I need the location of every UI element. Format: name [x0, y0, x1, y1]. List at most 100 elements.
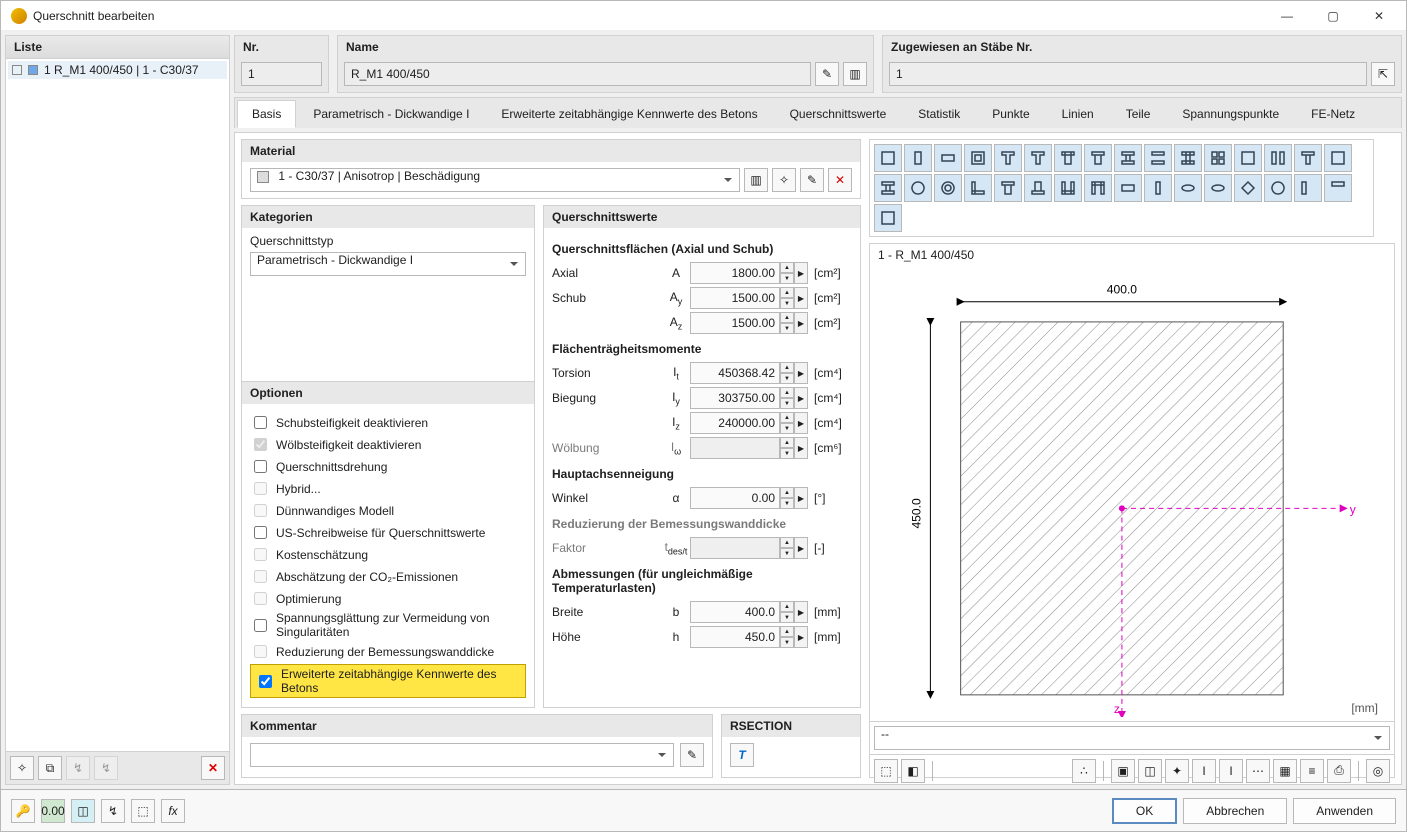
more-icon[interactable]: ▶ [794, 412, 808, 434]
apply-button[interactable]: Anwenden [1293, 798, 1396, 824]
maximize-button[interactable]: ▢ [1310, 1, 1356, 30]
shape-button-22[interactable] [1054, 174, 1082, 202]
shape-button-17[interactable] [904, 174, 932, 202]
row-value[interactable]: 240000.00 [690, 412, 780, 434]
close-button[interactable]: ✕ [1356, 1, 1402, 30]
action2-button[interactable]: ↯ [94, 756, 118, 780]
shape-button-19[interactable] [964, 174, 992, 202]
shape-button-16[interactable] [874, 174, 902, 202]
more-icon[interactable]: ▶ [794, 601, 808, 623]
more-icon[interactable]: ▶ [794, 487, 808, 509]
tab-qswerte[interactable]: Querschnittswerte [775, 100, 902, 128]
tab-linien[interactable]: Linien [1047, 100, 1109, 128]
spinner[interactable]: ▲▼ [780, 601, 794, 623]
spinner[interactable]: ▲▼ [780, 362, 794, 384]
spinner[interactable]: ▲▼ [780, 387, 794, 409]
tab-parametrisch[interactable]: Parametrisch - Dickwandige I [298, 100, 484, 128]
option-schubsteifigkeit-deaktivieren[interactable]: Schubsteifigkeit deaktivieren [250, 413, 526, 432]
tab-basis[interactable]: Basis [237, 100, 296, 128]
shape-button-13[interactable] [1264, 144, 1292, 172]
shape-button-15[interactable] [1324, 144, 1352, 172]
pv-colors-icon[interactable]: ∴ [1072, 759, 1096, 783]
option-us-schreibweise-f-r-querschnit[interactable]: US-Schreibweise für Querschnittswerte [250, 523, 526, 542]
rsection-button[interactable]: T [730, 743, 754, 767]
pv-tool-2[interactable]: ◧ [901, 759, 925, 783]
row-value[interactable]: 450.0 [690, 626, 780, 648]
more-icon[interactable]: ▶ [794, 262, 808, 284]
shape-button-3[interactable] [964, 144, 992, 172]
shape-button-23[interactable] [1084, 174, 1112, 202]
new-button[interactable]: ✧ [10, 756, 34, 780]
delete-button[interactable]: ✕ [201, 756, 225, 780]
row-value[interactable]: 1500.00 [690, 287, 780, 309]
tab-punkte[interactable]: Punkte [977, 100, 1044, 128]
library-icon[interactable]: ▥ [843, 62, 867, 86]
footer-units-icon[interactable]: 0.00 [41, 799, 65, 823]
assigned-field[interactable]: 1 [889, 62, 1367, 86]
footer-help-icon[interactable]: 🔑 [11, 799, 35, 823]
shape-button-26[interactable] [1174, 174, 1202, 202]
material-edit-icon[interactable]: ✎ [800, 168, 824, 192]
tab-teile[interactable]: Teile [1111, 100, 1166, 128]
footer-display-icon[interactable]: ◫ [71, 799, 95, 823]
row-value[interactable]: 0.00 [690, 487, 780, 509]
row-value[interactable]: 400.0 [690, 601, 780, 623]
material-library-icon[interactable]: ▥ [744, 168, 768, 192]
pick-icon[interactable]: ⇱ [1371, 62, 1395, 86]
pv-print-icon[interactable]: ⎙ [1327, 759, 1351, 783]
material-select[interactable]: 1 - C30/37 | Anisotrop | Beschädigung [250, 168, 740, 192]
spinner[interactable]: ▲▼ [780, 287, 794, 309]
tab-zeitabhaengig[interactable]: Erweiterte zeitabhängige Kennwerte des B… [486, 100, 772, 128]
shape-button-0[interactable] [874, 144, 902, 172]
spinner[interactable]: ▲▼ [780, 262, 794, 284]
shape-button-30[interactable] [1294, 174, 1322, 202]
row-value[interactable]: 1800.00 [690, 262, 780, 284]
shape-button-28[interactable] [1234, 174, 1262, 202]
shape-button-31[interactable] [1324, 174, 1352, 202]
shape-button-1[interactable] [904, 144, 932, 172]
shape-button-20[interactable] [994, 174, 1022, 202]
shape-button-27[interactable] [1204, 174, 1232, 202]
tab-spannung[interactable]: Spannungspunkte [1167, 100, 1294, 128]
name-field[interactable]: R_M1 400/450 [344, 62, 811, 86]
pv-target-icon[interactable]: ◎ [1366, 759, 1390, 783]
more-icon[interactable]: ▶ [794, 287, 808, 309]
tab-fenetz[interactable]: FE-Netz [1296, 100, 1370, 128]
row-value[interactable]: 450368.42 [690, 362, 780, 384]
typ-select[interactable]: Parametrisch - Dickwandige I [250, 252, 526, 276]
pv-t1-icon[interactable]: I [1192, 759, 1216, 783]
option-querschnittsdrehung[interactable]: Querschnittsdrehung [250, 457, 526, 476]
shape-button-9[interactable] [1144, 144, 1172, 172]
more-icon[interactable]: ▶ [794, 626, 808, 648]
pv-t2-icon[interactable]: I [1219, 759, 1243, 783]
checkbox[interactable] [254, 460, 267, 473]
pv-tool-1[interactable]: ⬚ [874, 759, 898, 783]
pv-fit-icon[interactable]: ▣ [1111, 759, 1135, 783]
shape-button-11[interactable] [1204, 144, 1232, 172]
option-erweiterte-zeitabh-ngige-kennw[interactable]: Erweiterte zeitabhängige Kennwerte des B… [250, 664, 526, 698]
minimize-button[interactable]: — [1264, 1, 1310, 30]
spinner[interactable]: ▲▼ [780, 626, 794, 648]
ok-button[interactable]: OK [1112, 798, 1177, 824]
shape-button-6[interactable] [1054, 144, 1082, 172]
kommentar-edit-icon[interactable]: ✎ [680, 743, 704, 767]
kommentar-field[interactable] [250, 743, 674, 767]
shape-button-12[interactable] [1234, 144, 1262, 172]
spinner[interactable]: ▲▼ [780, 487, 794, 509]
more-icon[interactable]: ▶ [794, 387, 808, 409]
copy-button[interactable]: ⧉ [38, 756, 62, 780]
cancel-button[interactable]: Abbrechen [1183, 798, 1287, 824]
checkbox[interactable] [254, 619, 267, 632]
row-value[interactable]: 1500.00 [690, 312, 780, 334]
shape-button-25[interactable] [1144, 174, 1172, 202]
material-delete-icon[interactable]: ✕ [828, 168, 852, 192]
shape-button-2[interactable] [934, 144, 962, 172]
option-spannungsgl-ttung-zur-vermeidu[interactable]: Spannungsglättung zur Vermeidung von Sin… [250, 611, 526, 639]
shape-button-5[interactable] [1024, 144, 1052, 172]
spinner[interactable]: ▲▼ [780, 312, 794, 334]
footer-tool1-icon[interactable]: ↯ [101, 799, 125, 823]
tab-statistik[interactable]: Statistik [903, 100, 975, 128]
shape-button-29[interactable] [1264, 174, 1292, 202]
list-body[interactable]: 1 R_M1 400/450 | 1 - C30/37 [6, 59, 229, 751]
pv-dim-icon[interactable]: ◫ [1138, 759, 1162, 783]
